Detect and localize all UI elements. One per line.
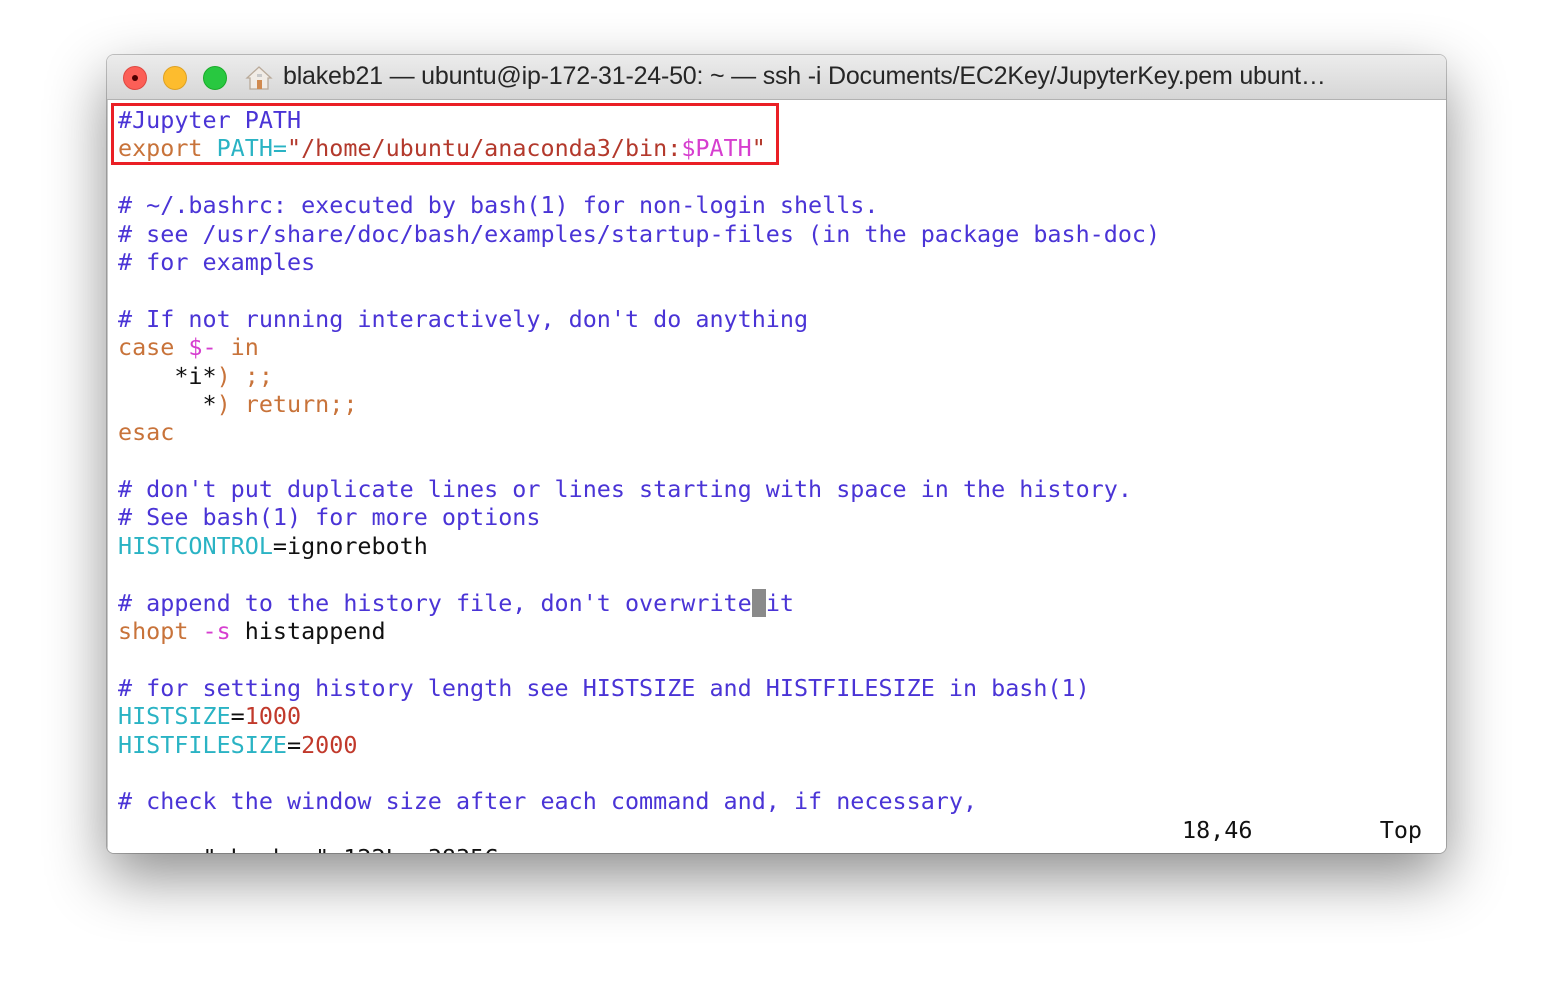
code-line[interactable]: # ~/.bashrc: executed by bash(1) for non… — [118, 191, 1160, 219]
code-line[interactable]: HISTSIZE=1000 — [118, 702, 1160, 730]
token-var: HISTCONTROL — [118, 531, 273, 560]
code-line[interactable]: # for setting history length see HISTSIZ… — [118, 674, 1160, 702]
maximize-button[interactable] — [203, 66, 227, 90]
terminal-window: blakeb21 — ubuntu@ip-172-31-24-50: ~ — s… — [107, 55, 1446, 853]
minimize-button[interactable] — [163, 66, 187, 90]
empty-line[interactable] — [118, 645, 1160, 673]
window-title: blakeb21 — ubuntu@ip-172-31-24-50: ~ — s… — [283, 62, 1326, 90]
token-plain: *i* — [118, 361, 217, 390]
cursor-position: 18,46 — [1182, 816, 1253, 844]
empty-line[interactable] — [118, 560, 1160, 588]
token-plain: histappend — [230, 617, 386, 646]
close-button[interactable] — [123, 66, 147, 90]
empty-line[interactable] — [118, 163, 1160, 191]
code-line[interactable]: # for examples — [118, 248, 1160, 276]
token-comment: # append to the history file, don't over… — [118, 588, 752, 617]
token-keyword: export — [118, 134, 217, 163]
token-plain: =ignoreboth — [272, 531, 428, 560]
token-string: " — [751, 134, 766, 163]
code-line[interactable]: shopt -s histappend — [118, 617, 1160, 645]
code-line[interactable]: *i*) ;; — [118, 362, 1160, 390]
code-line[interactable]: # see /usr/share/doc/bash/examples/start… — [118, 220, 1160, 248]
vim-editor[interactable]: #Jupyter PATH export PATH="/home/ubuntu/a… — [107, 100, 1446, 853]
scroll-position: Top — [1379, 816, 1422, 844]
token-var: HISTFILESIZE — [118, 730, 287, 759]
token-special: $- — [188, 333, 217, 362]
code-line[interactable]: HISTFILESIZE=2000 — [118, 731, 1160, 759]
empty-line[interactable] — [118, 276, 1160, 304]
editor-lines[interactable]: #Jupyter PATH export PATH="/home/ubuntu/a… — [118, 106, 1160, 816]
token-number: 2000 — [301, 730, 358, 759]
code-line[interactable]: # append to the history file, don't over… — [118, 588, 1160, 617]
token-keyword: ) return;; — [216, 389, 358, 418]
token-comment: # for examples — [118, 247, 316, 276]
home-icon — [245, 66, 273, 90]
token-comment: #Jupyter PATH — [118, 106, 302, 134]
token-var: PATH= — [216, 134, 287, 163]
code-line[interactable]: HISTCONTROL=ignoreboth — [118, 532, 1160, 560]
token-comment: # for setting history length see HISTSIZ… — [118, 673, 1090, 702]
token-plain: * — [118, 389, 217, 418]
token-special: -s — [202, 617, 231, 646]
code-line[interactable]: # check the window size after each comma… — [118, 787, 1160, 815]
token-comment: # see /usr/share/doc/bash/examples/start… — [118, 219, 1161, 248]
token-special: $PATH — [681, 134, 752, 163]
code-line[interactable]: # See bash(1) for more options — [118, 503, 1160, 531]
vim-status-line: ".bashrc" 122L, 3835C 18,46 Top — [118, 816, 1423, 853]
token-string: "/home/ubuntu/anaconda3/bin: — [287, 134, 682, 163]
title-bar[interactable]: blakeb21 — ubuntu@ip-172-31-24-50: ~ — s… — [107, 55, 1446, 100]
token-keyword: esac — [118, 418, 175, 447]
code-line[interactable]: esac — [118, 418, 1160, 446]
token-keyword: ) ;; — [216, 361, 273, 390]
empty-line[interactable] — [118, 447, 1160, 475]
token-comment: it — [765, 588, 794, 617]
code-line[interactable]: #Jupyter PATH — [118, 106, 1160, 134]
token-comment: # If not running interactively, don't do… — [118, 304, 809, 333]
token-var: HISTSIZE — [118, 702, 231, 731]
token-plain: = — [230, 702, 245, 731]
token-keyword: case — [118, 333, 189, 362]
code-line[interactable]: # If not running interactively, don't do… — [118, 305, 1160, 333]
file-info: ".bashrc" 122L, 3835C — [203, 844, 499, 853]
code-line[interactable]: # don't put duplicate lines or lines sta… — [118, 475, 1160, 503]
token-comment: # don't put duplicate lines or lines sta… — [118, 475, 1132, 504]
token-keyword: in — [216, 333, 259, 362]
empty-line[interactable] — [118, 759, 1160, 787]
token-plain: = — [287, 730, 302, 759]
token-keyword: shopt — [118, 617, 203, 646]
code-line[interactable]: *) return;; — [118, 390, 1160, 418]
text-cursor — [751, 588, 766, 617]
code-line[interactable]: case $- in — [118, 333, 1160, 361]
token-comment: # ~/.bashrc: executed by bash(1) for non… — [118, 191, 879, 220]
code-line[interactable]: export PATH="/home/ubuntu/anaconda3/bin:… — [118, 134, 1160, 162]
token-comment: # See bash(1) for more options — [118, 503, 541, 532]
token-number: 1000 — [244, 702, 302, 731]
token-comment: # check the window size after each comma… — [118, 787, 978, 816]
